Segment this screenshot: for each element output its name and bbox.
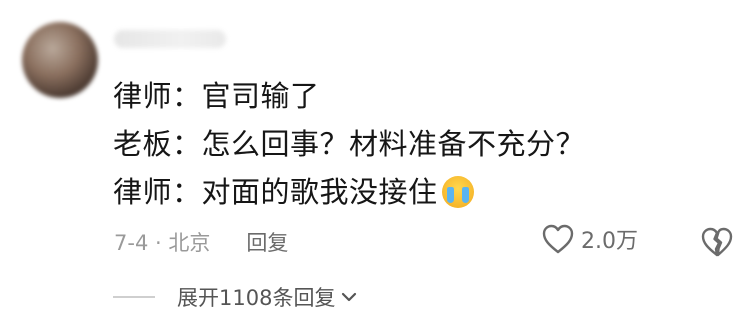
comment-line-1: 律师：官司输了 <box>113 79 320 113</box>
chevron-down-icon <box>342 292 357 302</box>
expand-replies-button[interactable]: 展开1108条回复 <box>113 282 357 312</box>
heart-outline-icon <box>542 224 574 254</box>
like-button[interactable]: 2.0万 <box>541 223 638 255</box>
date-location: 7-4 · 北京 <box>114 231 211 255</box>
comment-meta: 7-4 · 北京 回复 <box>114 227 288 257</box>
crying-face-emoji-icon <box>441 176 474 208</box>
like-count: 2.0万 <box>581 229 638 254</box>
comment-line-3-text: 律师：对面的歌我没接住 <box>113 175 438 209</box>
comment-text: 律师：官司输了 老板：怎么回事？材料准备不充分？ 律师：对面的歌我没接住 <box>113 72 585 216</box>
broken-heart-icon <box>701 227 733 257</box>
comment-line-3: 律师：对面的歌我没接住 <box>113 168 585 216</box>
reply-button[interactable]: 回复 <box>246 227 288 257</box>
dislike-button[interactable] <box>700 226 734 262</box>
username-blurred[interactable] <box>114 30 226 48</box>
comment-line-2: 老板：怎么回事？材料准备不充分？ <box>113 127 586 161</box>
expand-replies-label: 展开1108条回复 <box>177 286 336 310</box>
divider-dash <box>113 296 155 298</box>
user-avatar[interactable] <box>22 22 98 98</box>
